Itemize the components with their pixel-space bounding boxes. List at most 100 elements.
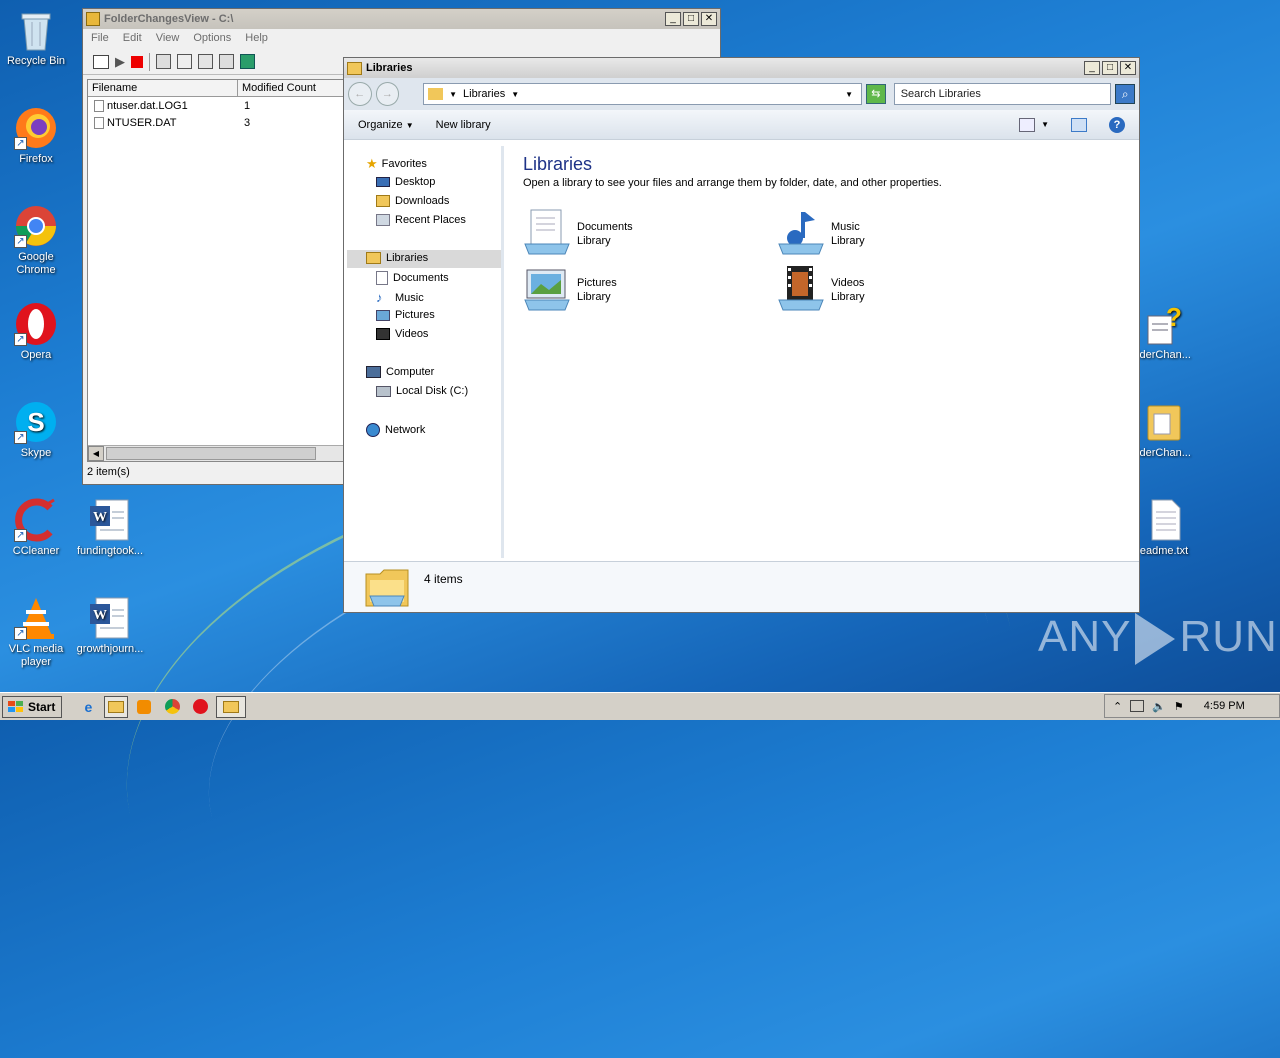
address-bar[interactable]: ▼ Libraries ▼ ▼	[423, 83, 863, 105]
minimize-button[interactable]: _	[665, 12, 681, 26]
close-button[interactable]: ✕	[701, 12, 717, 26]
explorer-titlebar[interactable]: Libraries _ □ ✕	[344, 58, 1139, 78]
explorer-taskbar-icon[interactable]	[104, 695, 129, 718]
anyrun-watermark: ANY RUN	[1038, 612, 1278, 666]
horizontal-scrollbar[interactable]: ◀	[88, 445, 344, 461]
address-history-icon[interactable]: ▼	[845, 90, 853, 99]
scroll-thumb[interactable]	[106, 447, 316, 460]
menu-file[interactable]: File	[91, 32, 109, 46]
fcv-list[interactable]: Filename Modified Count ntuser.dat.LOG1 …	[87, 79, 345, 462]
help-icon[interactable]: ?	[1109, 116, 1125, 133]
clock[interactable]: 4:59 PM	[1204, 700, 1245, 712]
desktop-icon-label: Firefox	[19, 153, 53, 165]
opera-taskbar-icon[interactable]	[188, 696, 212, 718]
find-icon[interactable]	[219, 54, 234, 69]
back-icon[interactable]: ←	[348, 82, 372, 106]
nav-computer[interactable]: Computer	[366, 366, 434, 378]
library-pictures[interactable]: Pictures Library	[523, 264, 617, 312]
scroll-left-icon[interactable]: ◀	[88, 446, 104, 461]
window-title: Libraries	[366, 62, 413, 74]
minimize-button[interactable]: _	[1084, 61, 1100, 75]
properties-icon[interactable]	[93, 54, 109, 69]
fcv-titlebar[interactable]: FolderChangesView - C:\ _ □ ✕	[83, 9, 720, 29]
media-player-icon[interactable]	[132, 696, 156, 718]
nav-label: Music	[395, 291, 424, 304]
search-input[interactable]: Search Libraries	[893, 83, 1112, 105]
nav-music[interactable]: ♪ Music	[376, 290, 424, 305]
nav-favorites[interactable]: ★ Favorites	[366, 156, 427, 172]
exit-icon[interactable]	[240, 54, 255, 69]
nav-label: Desktop	[395, 176, 436, 188]
nav-recent-places[interactable]: Recent Places	[376, 214, 466, 226]
new-library-button[interactable]: New library	[436, 119, 491, 131]
desktop-icon-word-doc[interactable]: W fundingtook...	[74, 498, 146, 558]
menu-edit[interactable]: Edit	[123, 32, 142, 46]
nav-network[interactable]: Network	[366, 423, 425, 437]
maximize-button[interactable]: □	[1102, 61, 1118, 75]
shortcut-arrow-icon: ↗	[14, 333, 27, 346]
maximize-button[interactable]: □	[683, 12, 699, 26]
nav-libraries[interactable]: Libraries	[366, 252, 428, 264]
navigation-bar: ← → ▼ Libraries ▼ ▼ ⇆ Search Libraries ⌕	[344, 78, 1139, 110]
word-document-icon: W	[88, 498, 132, 542]
search-icon[interactable]: ⌕	[1115, 84, 1135, 104]
desktop-icon-ccleaner[interactable]: ↗ CCleaner	[0, 498, 72, 558]
chevron-down-icon[interactable]: ▼	[1041, 120, 1049, 129]
library-documents[interactable]: Documents Library	[523, 208, 633, 256]
report-icon[interactable]	[198, 54, 213, 69]
system-tray: ⌃ 🔈 ⚑ 4:59 PM	[1104, 694, 1280, 718]
desktop-icon-vlc[interactable]: ↗ VLC media player	[0, 596, 72, 669]
nav-label: Videos	[395, 328, 429, 340]
table-row[interactable]: NTUSER.DAT 3	[88, 114, 344, 131]
chrome-taskbar-icon[interactable]	[160, 696, 184, 718]
forward-icon[interactable]: →	[375, 82, 400, 106]
library-name: Videos	[831, 277, 865, 289]
desktop-icon-firefox[interactable]: ↗ Firefox	[0, 106, 72, 166]
chevron-down-icon[interactable]: ▼	[449, 90, 457, 99]
chrome-icon: ↗	[14, 204, 58, 248]
volume-icon[interactable]: 🔈	[1152, 700, 1166, 713]
nav-label: Pictures	[395, 309, 435, 321]
chrome-icon	[164, 699, 180, 714]
folderchangesview-taskbar-icon[interactable]	[216, 695, 247, 718]
internet-explorer-icon[interactable]: e	[76, 696, 100, 718]
organize-button[interactable]: Organize ▼	[358, 119, 414, 131]
save-icon[interactable]	[156, 54, 171, 69]
item-count: 4 items	[424, 572, 463, 586]
action-center-flag-icon[interactable]: ⚑	[1174, 700, 1184, 713]
explorer-window[interactable]: Libraries _ □ ✕ ← → ▼ Libraries ▼ ▼ ⇆ Se…	[343, 57, 1140, 613]
row-filename: ntuser.dat.LOG1	[107, 99, 188, 112]
nav-pictures[interactable]: Pictures	[376, 309, 435, 321]
nav-documents[interactable]: Documents	[376, 271, 449, 285]
list-header: Filename Modified Count	[88, 80, 344, 97]
chevron-down-icon[interactable]: ▼	[511, 90, 519, 99]
preview-pane-icon[interactable]	[1071, 117, 1087, 132]
table-row[interactable]: ntuser.dat.LOG1 1	[88, 97, 344, 114]
nav-local-disk[interactable]: Local Disk (C:)	[376, 385, 468, 397]
show-hidden-icons-icon[interactable]: ⌃	[1113, 700, 1122, 713]
start-button[interactable]: Start	[2, 695, 63, 718]
copy-icon[interactable]	[177, 54, 192, 69]
refresh-icon[interactable]: ⇆	[866, 84, 886, 104]
column-filename[interactable]: Filename	[88, 80, 238, 96]
menu-help[interactable]: Help	[245, 32, 268, 46]
desktop-icon-opera[interactable]: ↗ Opera	[0, 302, 72, 362]
column-modified-count[interactable]: Modified Count	[238, 80, 344, 96]
play-icon[interactable]: ▶	[115, 54, 125, 70]
desktop-icon-word-doc[interactable]: W growthjourn...	[74, 596, 146, 656]
network-tray-icon[interactable]	[1130, 700, 1145, 712]
library-videos[interactable]: Videos Library	[777, 264, 865, 312]
close-button[interactable]: ✕	[1120, 61, 1136, 75]
nav-desktop[interactable]: Desktop	[376, 176, 435, 188]
nav-downloads[interactable]: Downloads	[376, 195, 449, 207]
menu-options[interactable]: Options	[193, 32, 231, 46]
view-options-icon[interactable]	[1019, 117, 1036, 132]
stop-icon[interactable]	[131, 55, 143, 68]
desktop-icon-chrome[interactable]: ↗ Google Chrome	[0, 204, 72, 277]
menu-view[interactable]: View	[156, 32, 180, 46]
desktop-icon-recycle-bin[interactable]: Recycle Bin	[0, 8, 72, 68]
ccleaner-icon: ↗	[14, 498, 58, 542]
nav-videos[interactable]: Videos	[376, 328, 428, 340]
library-music[interactable]: Music Library	[777, 208, 865, 256]
desktop-icon-skype[interactable]: S ↗ Skype	[0, 400, 72, 460]
